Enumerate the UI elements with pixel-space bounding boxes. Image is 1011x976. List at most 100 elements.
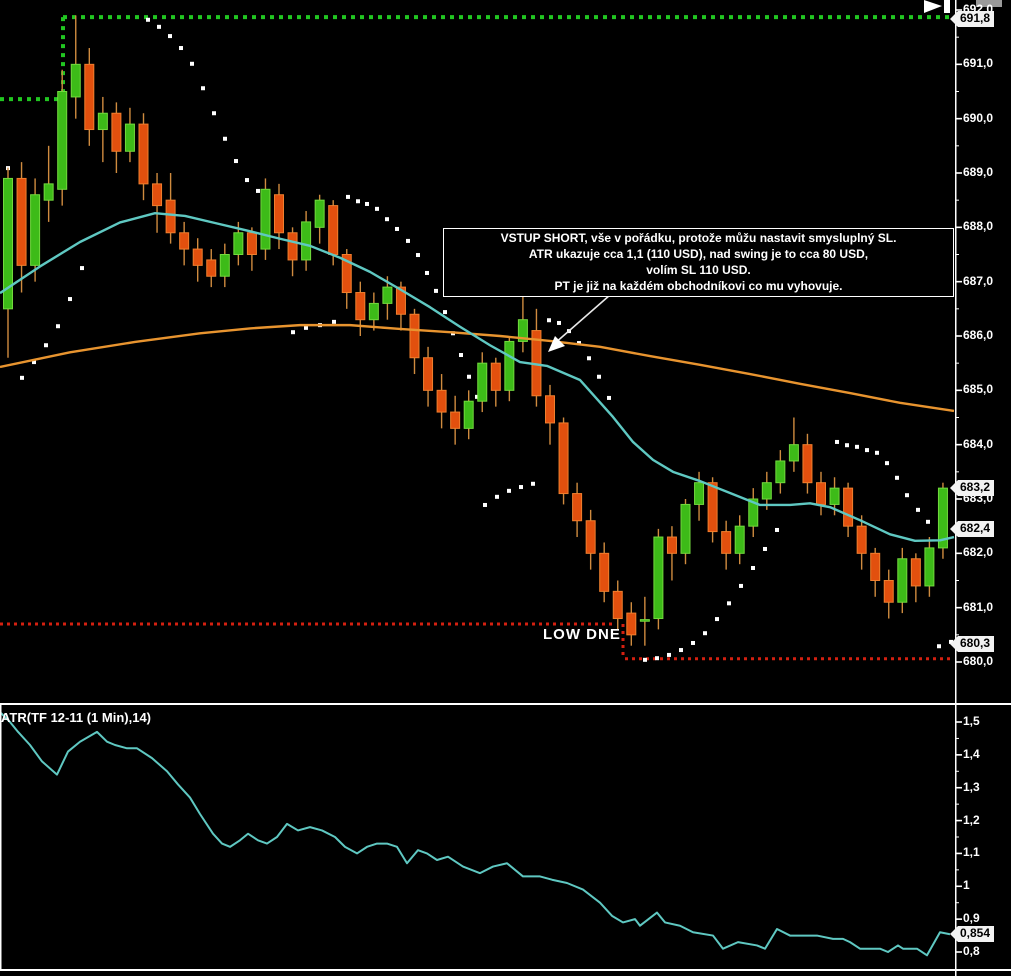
candle-up [260, 188, 271, 250]
candle-up [43, 183, 54, 201]
axis-tick-label: 680,0 [963, 653, 994, 668]
sar-dot [875, 450, 879, 455]
sar-dot [291, 330, 295, 335]
sar-dot [212, 111, 216, 116]
sar-dot [20, 375, 24, 380]
sar-dot [483, 502, 487, 507]
panel-separator[interactable] [0, 703, 1011, 705]
sar-dot [597, 374, 601, 379]
annotation-arrow-head [548, 336, 565, 352]
candle-up [477, 362, 488, 402]
candle-down [721, 531, 732, 554]
candle-up [653, 536, 664, 620]
sar-dot [926, 519, 930, 524]
candle-down [287, 232, 298, 261]
candle-down [246, 232, 257, 255]
axis-tick-label: 0,8 [963, 943, 980, 958]
step-forward-icon[interactable] [924, 0, 942, 13]
candle-down [545, 395, 555, 424]
candle-down [328, 205, 339, 255]
candle-up [504, 340, 515, 391]
sar-dot [703, 631, 707, 636]
sar-dot [885, 461, 889, 466]
sar-dot [416, 253, 420, 258]
candle-down [16, 177, 27, 266]
candle-up [639, 619, 650, 622]
sar-dot [179, 46, 183, 51]
sar-dot [68, 297, 72, 302]
candle-down [179, 232, 190, 250]
bottom-border [0, 969, 1011, 971]
candle-down [206, 259, 217, 277]
candle-down [612, 590, 623, 620]
candle-up [775, 460, 786, 484]
axis-tick-label: 684,0 [963, 436, 994, 451]
price-tag: 683,2 [949, 480, 995, 497]
annotation-line: VSTUP SHORT, vše v pořádku, protože můžu… [500, 231, 897, 245]
axis-tick-label: 688,0 [963, 219, 994, 234]
sar-dot [168, 34, 172, 39]
sar-dot [332, 319, 336, 324]
sar-dot [395, 226, 399, 231]
candle-down [84, 63, 95, 131]
candle-up [30, 194, 41, 266]
sar-dot [375, 206, 379, 211]
candle-up [463, 400, 474, 429]
sar-dot [495, 494, 499, 499]
sar-dot [365, 201, 369, 206]
atr-line [0, 711, 951, 957]
axis-tick-label: 685,0 [963, 382, 994, 397]
axis-tick-label: 1,4 [963, 746, 980, 761]
sar-dot [775, 527, 779, 532]
axis-tick-label: 689,0 [963, 164, 994, 179]
trading-chart-window: VSTUP SHORT, vše v pořádku, protože můžu… [0, 0, 1011, 976]
candle-up [70, 63, 81, 98]
axis-tick-label: 1,1 [963, 845, 980, 860]
sar-dot [459, 353, 463, 358]
candle-down [152, 183, 163, 207]
axis-tick-label: 691,0 [963, 56, 994, 71]
sar-dot [356, 199, 360, 204]
sar-dot [434, 288, 438, 293]
candle-up [829, 487, 840, 505]
axis-tick-label: 1,5 [963, 714, 980, 728]
candle-down [585, 520, 596, 554]
candle-down [707, 482, 718, 533]
candle-up [219, 253, 230, 277]
sar-dot [835, 439, 839, 444]
candle-up [788, 444, 799, 462]
candle-down [409, 313, 420, 359]
candle-down [423, 357, 434, 391]
candle-up [680, 503, 691, 554]
price-tag: 680,3 [949, 635, 995, 652]
sar-dot [763, 546, 767, 551]
axis-tick-label: 682,0 [963, 545, 994, 560]
sar-dot [467, 374, 471, 379]
sar-dot [385, 217, 389, 222]
candle-up [694, 482, 705, 505]
sar-dot [531, 481, 535, 486]
candle-down [816, 482, 826, 505]
axis-tick-label: 0,9 [963, 911, 980, 926]
sar-dot [56, 324, 60, 329]
annotation-line: ATR ukazuje cca 1,1 (110 USD), nad swing… [528, 247, 869, 261]
sar-dot [80, 266, 84, 271]
candle-down [490, 362, 501, 391]
sar-dot [190, 61, 194, 66]
candle-down [558, 422, 569, 495]
axis-tick-label: 1,3 [963, 779, 980, 794]
sar-dot [256, 188, 260, 193]
sar-dot [739, 583, 743, 588]
candle-down [666, 536, 677, 554]
sar-dot [667, 652, 671, 657]
axis-tick-label: 681,0 [963, 599, 994, 614]
candle-up [368, 302, 379, 321]
sar-dot [865, 448, 869, 453]
sar-dot [223, 136, 227, 141]
chart-canvas[interactable] [0, 0, 1011, 976]
candle-down [626, 612, 637, 636]
candle-down [856, 525, 867, 554]
sar-dot [751, 565, 755, 570]
candle-up [233, 232, 244, 255]
candle-down [870, 552, 881, 581]
